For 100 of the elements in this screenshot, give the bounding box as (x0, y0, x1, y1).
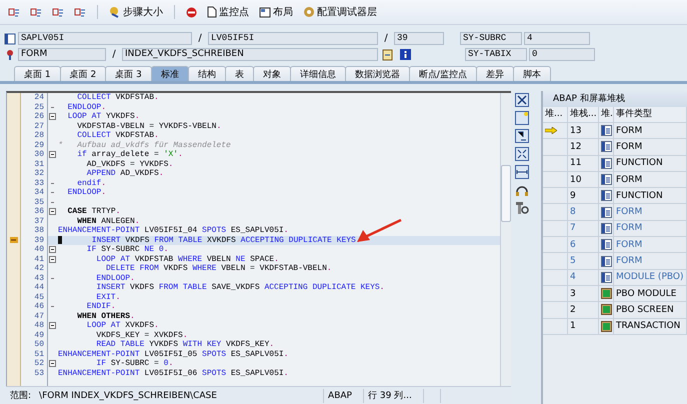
system-variable-field[interactable]: SY-TABIX (465, 48, 527, 61)
line-field[interactable]: 39 (394, 32, 444, 45)
line-number: 42 (33, 264, 45, 274)
table-cell: FORM (614, 253, 687, 270)
tab[interactable]: 差异 (476, 66, 514, 81)
document-icon (601, 222, 612, 234)
tab[interactable]: 断点/监控点 (408, 66, 477, 81)
include-field[interactable]: LV05IF5I (208, 32, 378, 45)
table-cell: 10 (568, 172, 599, 188)
program-field[interactable]: SAPLV05I (18, 32, 192, 45)
side-tool-button[interactable] (515, 93, 529, 107)
column-header[interactable]: 事件类型 (614, 107, 687, 123)
event-field[interactable]: INDEX_VKDFS_SCHREIBEN (122, 48, 378, 61)
table-cell: MODULE (PBO) (614, 270, 687, 286)
collapse-icon[interactable] (49, 208, 56, 216)
tab[interactable]: 桌面 3 (105, 66, 152, 81)
tab[interactable]: 数据浏览器 (344, 66, 410, 81)
line-number: 41 (33, 254, 45, 264)
column-header[interactable]: 堆栈... (568, 107, 599, 123)
toolbar-button[interactable]: 布局 (257, 2, 295, 22)
code-line: if array_delete = 'X'. (76, 150, 183, 160)
line-number: 44 (33, 283, 45, 292)
toolbar-button[interactable]: 监控点 (205, 2, 251, 22)
tab[interactable]: 桌面 1 (14, 66, 61, 81)
close-icon (515, 93, 529, 107)
line-number: 25 (33, 102, 45, 112)
system-variable-field[interactable]: SY-SUBRC (460, 32, 522, 45)
code-line: COLLECT VKDFSTAB. (76, 93, 159, 102)
line-number: 52 (33, 359, 45, 368)
table-cell: 5 (568, 253, 599, 270)
tab[interactable]: 结构 (188, 66, 226, 81)
code-line: ENDLOOP. (95, 274, 135, 283)
code-line: VKDFSTAB-VBELN = YVKDFS-VBELN. (76, 122, 222, 131)
side-tool-button[interactable] (515, 129, 529, 143)
document-icon (601, 239, 612, 250)
code-line: WHEN OTHERS. (76, 312, 135, 321)
tab[interactable]: 对象 (252, 66, 291, 81)
line-number: 46 (33, 302, 45, 312)
current-line-arrow-icon (10, 237, 18, 244)
settings-icon (515, 201, 529, 215)
current-arrow-icon (545, 127, 557, 134)
side-tool-button[interactable] (515, 201, 529, 215)
code-line: INSERT VKDFS FROM TABLE SAVE_VKDFS ACCEPTING DUPLICATE KEYS. (95, 283, 384, 292)
tab[interactable]: 桌面 2 (60, 66, 106, 81)
table-cell: PBO SCREEN (614, 302, 687, 319)
tab[interactable]: 标准 (150, 66, 189, 81)
toolbar-button[interactable]: 配置调试器层 (301, 2, 379, 22)
side-tool-button[interactable] (515, 147, 529, 161)
column-header[interactable]: 堆. (599, 107, 614, 123)
collapse-icon[interactable] (49, 246, 56, 254)
side-tool-button[interactable] (515, 165, 529, 179)
line-number: 51 (33, 350, 45, 359)
tab[interactable]: 表 (224, 66, 254, 81)
width-icon (515, 165, 529, 179)
document-icon (601, 141, 612, 152)
tab[interactable]: 脚本 (512, 66, 551, 81)
document-icon (601, 272, 612, 283)
code-line: LOOP AT YVKDFS. (66, 112, 140, 122)
table-cell: 12 (568, 139, 599, 156)
line-number: 43 (33, 274, 45, 283)
navigate-icon (382, 48, 394, 60)
collapse-icon[interactable] (49, 360, 56, 368)
code-line: ENDLOOP. (66, 102, 106, 112)
slash-separator: / (111, 49, 117, 60)
table-cell: 7 (568, 220, 599, 238)
collapse-icon[interactable] (49, 256, 56, 263)
tab[interactable]: 详细信息 (290, 66, 346, 81)
code-line: IF SY-SUBRC = 0. (95, 359, 174, 368)
line-number: 40 (33, 245, 45, 254)
slash-separator: / (197, 33, 203, 44)
code-line: LOOP AT XVKDFS. (86, 321, 159, 330)
code-line: WHEN ANLEGEN. (76, 216, 140, 226)
info-icon (400, 49, 411, 60)
line-number: 50 (33, 340, 45, 350)
table-cell: TRANSACTION (614, 318, 687, 335)
code-line: IF SY-SUBRC NE 0. (86, 245, 168, 254)
code-line: * Aufbau ad_vkdfs für Massendelete (58, 140, 231, 150)
collapse-icon[interactable] (49, 322, 56, 330)
code-line: APPEND AD_VKDFS. (86, 169, 164, 178)
key-icon (4, 48, 16, 60)
scrollbar-thumb[interactable] (501, 165, 511, 222)
table-cell: FORM (614, 123, 687, 140)
line-number: 49 (33, 330, 45, 340)
column-header[interactable]: 堆... (543, 107, 568, 123)
table-cell: 13 (568, 123, 599, 140)
line-number: 39 (33, 236, 45, 245)
vertical-scrollbar[interactable] (500, 93, 511, 386)
table-cell: 1 (568, 318, 599, 335)
line-number: 28 (33, 131, 45, 140)
event-type-field[interactable]: FORM (18, 48, 106, 61)
collapse-icon[interactable] (49, 113, 56, 120)
system-value-field[interactable]: 4 (524, 32, 590, 45)
scope-path: \FORM INDEX_VKDFS_SCHREIBEN\CASE (38, 390, 218, 400)
table-cell: FUNCTION (614, 156, 687, 172)
system-value-field[interactable]: 0 (529, 48, 595, 61)
code-line: ENHANCEMENT-POINT LV05IF5I_04 SPOTS ES_SAPLV05I. (58, 226, 288, 236)
toolbar-button[interactable]: 步骤大小 (107, 2, 165, 22)
document-icon (601, 174, 612, 186)
table-cell: 4 (568, 270, 599, 286)
collapse-icon[interactable] (49, 151, 56, 158)
